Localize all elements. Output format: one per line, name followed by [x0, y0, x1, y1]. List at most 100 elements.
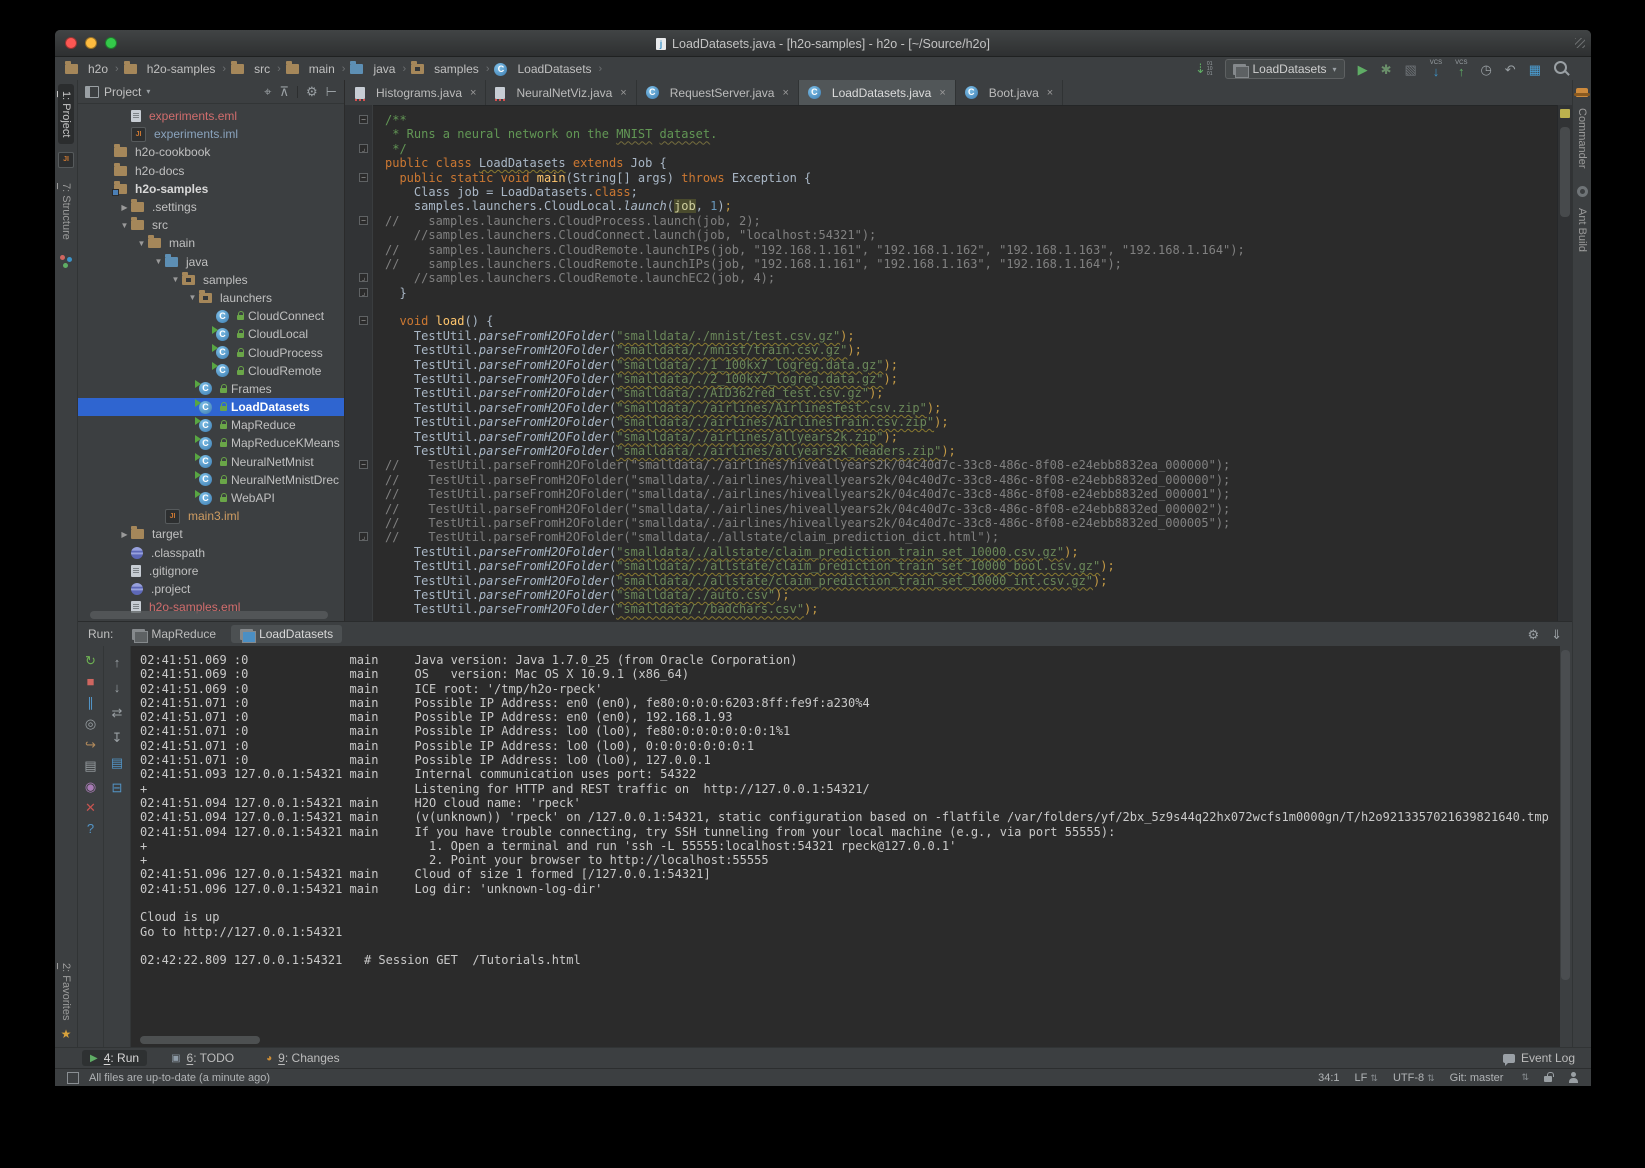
tree-item-h2o-cookbook[interactable]: h2o-cookbook [78, 143, 344, 161]
code-line[interactable]: TestUtil.parseFromH2OFolder("smalldata/.… [345, 343, 1558, 357]
code-line[interactable]: ⌟ //samples.launchers.CloudRemote.launch… [345, 271, 1558, 285]
tree-arrow-icon[interactable]: ▼ [169, 275, 182, 284]
console-line[interactable]: 02:41:51.071 :0 main Possible IP Address… [140, 724, 1560, 738]
event-log-button[interactable]: Event Log [1503, 1051, 1575, 1065]
run-console[interactable]: 02:41:51.069 :0 main Java version: Java … [131, 646, 1560, 1047]
tree-item-.project[interactable]: .project [78, 580, 344, 598]
gear-icon[interactable]: ⚙ [1527, 628, 1539, 641]
star-icon[interactable]: ★ [61, 1027, 72, 1041]
tree-item-h2o-docs[interactable]: h2o-docs [78, 162, 344, 180]
toggle-toolwindows-icon[interactable] [67, 1072, 79, 1084]
unlock-icon[interactable] [1544, 1072, 1553, 1083]
caret-position[interactable]: 34:1 [1318, 1072, 1339, 1084]
settings-icon[interactable]: ⚙ [306, 85, 318, 98]
resize-grip[interactable] [1575, 38, 1585, 48]
up-stack-icon[interactable]: ↑ [114, 656, 121, 669]
breadcrumb-item[interactable]: h2o-samples [124, 62, 216, 76]
console-line[interactable]: Go to http://127.0.0.1:54321 [140, 925, 1560, 939]
console-vscrollbar[interactable] [1561, 650, 1570, 980]
encoding-selector[interactable]: UTF-8⇅ [1393, 1072, 1435, 1084]
tree-item-Frames[interactable]: Frames [78, 380, 344, 398]
run-configuration-selector[interactable]: LoadDatasets ▾ [1225, 59, 1344, 79]
chevron-down-icon[interactable]: ▾ [146, 87, 150, 96]
tree-arrow-icon[interactable]: ▼ [135, 239, 148, 248]
ant-build-icon[interactable] [1577, 186, 1588, 197]
dock-icon[interactable]: ⇓ [1551, 628, 1562, 641]
code-line[interactable]: TestUtil.parseFromH2OFolder("smalldata/.… [345, 559, 1558, 573]
console-line[interactable]: + 2. Point your browser to http://localh… [140, 853, 1560, 867]
editor-tab-Histograms.java[interactable]: Histograms.java× [346, 80, 486, 105]
tree-arrow-icon[interactable]: ▼ [186, 293, 199, 302]
code-line[interactable] [345, 300, 1558, 314]
fold-collapse-icon[interactable]: − [359, 216, 368, 225]
editor-vscrollbar[interactable] [1560, 127, 1570, 217]
close-tab-icon[interactable]: × [1047, 87, 1053, 99]
soft-wrap-icon[interactable]: ⇄ [112, 706, 123, 719]
editor-error-stripe[interactable] [1557, 105, 1572, 622]
tree-item-CloudConnect[interactable]: CloudConnect [78, 307, 344, 325]
tree-arrow-icon[interactable]: ▶ [118, 203, 131, 212]
console-line[interactable]: 02:41:51.093 127.0.0.1:54321 main Intern… [140, 767, 1560, 781]
commander-icon[interactable] [1576, 88, 1588, 97]
pin-icon[interactable]: ◉ [85, 780, 96, 793]
tree-item-experiments.eml[interactable]: experiments.eml [78, 107, 344, 125]
code-line[interactable]: TestUtil.parseFromH2OFolder("smalldata/.… [345, 358, 1558, 372]
console-line[interactable]: 02:41:51.069 :0 main OS version: Mac OS … [140, 667, 1560, 681]
tree-item-MapReduce[interactable]: MapReduce [78, 416, 344, 434]
tree-arrow-icon[interactable]: ▼ [152, 257, 165, 266]
close-tab-icon[interactable]: × [939, 87, 945, 99]
code-line[interactable]: public class LoadDatasets extends Job { [345, 156, 1558, 170]
tree-item-CloudRemote[interactable]: CloudRemote [78, 362, 344, 380]
code-line[interactable]: ⌟ } [345, 286, 1558, 300]
tool-button-structure[interactable]: 7: Structure [58, 176, 74, 247]
code-line[interactable]: // samples.launchers.CloudRemote.launchI… [345, 257, 1558, 271]
traffic-lights[interactable] [65, 37, 117, 49]
tool-button-project[interactable]: 1: Project [58, 84, 74, 144]
code-line[interactable]: ⌟// TestUtil.parseFromH2OFolder("smallda… [345, 530, 1558, 544]
fold-end-icon[interactable]: ⌟ [359, 532, 368, 541]
console-line[interactable]: 02:41:51.069 :0 main ICE root: '/tmp/h2o… [140, 682, 1560, 696]
clear-icon[interactable]: ⊟ [112, 781, 123, 794]
code-line[interactable]: ⌟ */ [345, 142, 1558, 156]
tree-item-CloudProcess[interactable]: CloudProcess [78, 343, 344, 361]
tool-tab-6: TODO[interactable]: ▣6: TODO [163, 1050, 242, 1066]
fold-end-icon[interactable]: ⌟ [359, 288, 368, 297]
code-line[interactable]: * Runs a neural network on the MNIST dat… [345, 127, 1558, 141]
console-line[interactable]: + Listening for HTTP and REST traffic on… [140, 782, 1560, 796]
code-line[interactable]: −// TestUtil.parseFromH2OFolder("smallda… [345, 458, 1558, 472]
tree-arrow-icon[interactable]: ▼ [118, 221, 131, 230]
breadcrumb-item[interactable]: java [350, 62, 395, 76]
close-tab-icon[interactable]: × [782, 87, 788, 99]
line-ending-selector[interactable]: LF⇅ [1355, 1072, 1378, 1084]
hector-icon[interactable] [1568, 1072, 1579, 1083]
tree-item-.classpath[interactable]: .classpath [78, 544, 344, 562]
locate-icon[interactable]: ⌖ [264, 85, 271, 98]
tree-item-java[interactable]: ▼java [78, 253, 344, 271]
help-icon[interactable]: ? [87, 822, 94, 835]
editor[interactable]: −/** * Runs a neural network on the MNIS… [345, 105, 1558, 622]
hide-panel-icon[interactable]: ⊢ [326, 85, 337, 98]
warning-marker[interactable] [1560, 109, 1570, 118]
close-window-button[interactable] [65, 37, 77, 49]
tool-tab-9: Changes[interactable]: ◕9: Changes [258, 1050, 347, 1066]
code-line[interactable]: samples.launchers.CloudLocal.launch(job,… [345, 199, 1558, 213]
thread-dump-icon[interactable]: ◎ [85, 717, 96, 730]
code-line[interactable]: − public static void main(String[] args)… [345, 171, 1558, 185]
code-line[interactable]: TestUtil.parseFromH2OFolder("smalldata/.… [345, 574, 1558, 588]
tree-arrow-icon[interactable]: ▶ [118, 530, 131, 539]
tree-item-LoadDatasets[interactable]: LoadDatasets [78, 398, 344, 416]
exit-icon[interactable]: ↪ [85, 738, 96, 751]
project-structure-button[interactable]: ▦ [1529, 63, 1541, 76]
console-line[interactable]: 02:41:51.096 127.0.0.1:54321 main Log di… [140, 882, 1560, 896]
down-stack-icon[interactable]: ↓ [114, 681, 121, 694]
project-tree-hscrollbar[interactable] [90, 611, 328, 619]
tree-item-NeuralNetMnist[interactable]: NeuralNetMnist [78, 453, 344, 471]
console-layout-icon[interactable]: ▤ [84, 759, 96, 772]
console-line[interactable]: 02:41:51.094 127.0.0.1:54321 main H2O cl… [140, 796, 1560, 810]
editor-tab-LoadDatasets.java[interactable]: LoadDatasets.java× [799, 80, 956, 105]
console-line[interactable]: 02:41:51.071 :0 main Possible IP Address… [140, 753, 1560, 767]
console-line[interactable]: 02:41:51.094 127.0.0.1:54321 main (v(unk… [140, 810, 1560, 824]
code-line[interactable]: TestUtil.parseFromH2OFolder("smalldata/.… [345, 415, 1558, 429]
tree-item-main3.iml[interactable]: main3.iml [78, 507, 344, 525]
run-button[interactable]: ▶ [1358, 63, 1368, 76]
